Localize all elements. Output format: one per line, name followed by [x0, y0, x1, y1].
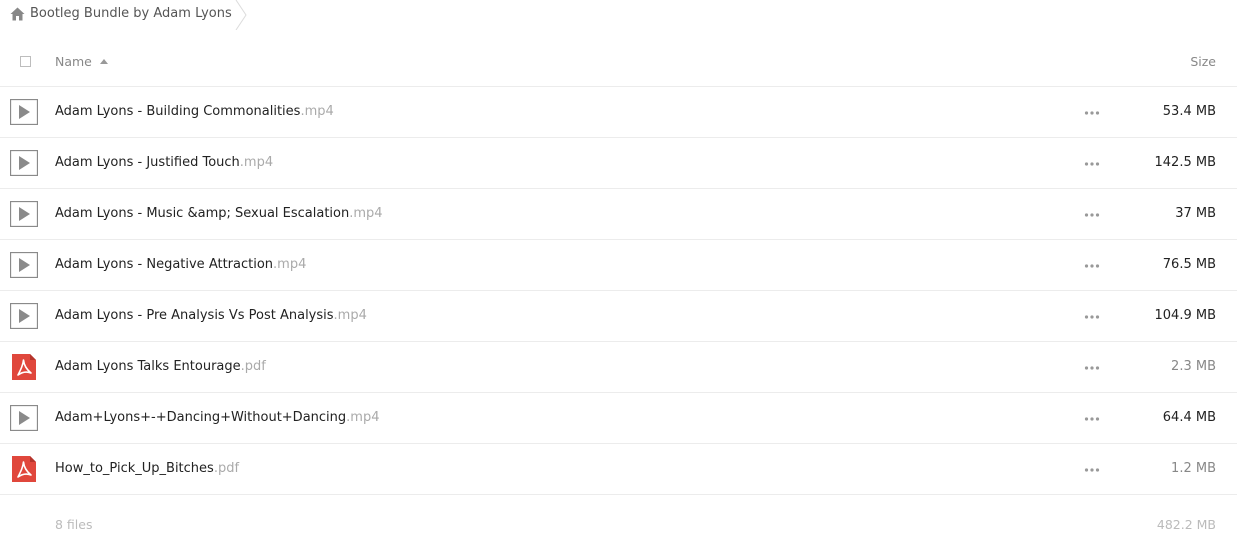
more-options-icon[interactable] — [1084, 314, 1100, 320]
more-options-icon[interactable] — [1084, 416, 1100, 422]
file-name[interactable]: How_to_Pick_Up_Bitches.pdf — [55, 461, 239, 476]
file-extension: .pdf — [240, 359, 266, 374]
file-name[interactable]: Adam Lyons Talks Entourage.pdf — [55, 359, 266, 374]
file-extension: .mp4 — [346, 410, 380, 425]
home-icon[interactable] — [10, 7, 25, 21]
file-name[interactable]: Adam Lyons - Music &amp; Sexual Escalati… — [55, 206, 383, 221]
file-basename: Adam Lyons - Pre Analysis Vs Post Analys… — [55, 308, 334, 323]
more-options-icon[interactable] — [1084, 263, 1100, 269]
file-extension: .pdf — [213, 461, 240, 476]
file-basename: Adam+Lyons+-+Dancing+Without+Dancing — [55, 410, 347, 425]
file-row[interactable]: Adam Lyons - Negative Attraction.mp4 76.5… — [0, 240, 1237, 291]
pdf-file-icon — [12, 354, 36, 380]
video-file-icon — [10, 150, 38, 176]
file-extension: .mp4 — [300, 104, 334, 119]
file-basename: Adam Lyons - Justified Touch — [55, 155, 240, 170]
file-list: Adam Lyons - Building Commonalities.mp4 5… — [0, 87, 1237, 495]
pdf-file-icon — [12, 456, 36, 482]
file-size: 104.9 MB — [1154, 308, 1216, 323]
file-name[interactable]: Adam Lyons - Justified Touch.mp4 — [55, 155, 273, 170]
file-extension: .mp4 — [349, 206, 383, 221]
file-row[interactable]: How_to_Pick_Up_Bitches.pdf 1.2 MB — [0, 444, 1237, 495]
file-row[interactable]: Adam Lyons Talks Entourage.pdf 2.3 MB — [0, 342, 1237, 393]
file-basename: Adam Lyons - Music &amp; Sexual Escalati… — [55, 206, 350, 221]
video-file-icon — [10, 252, 38, 278]
file-row[interactable]: Adam Lyons - Justified Touch.mp4 142.5 MB — [0, 138, 1237, 189]
breadcrumb-folder[interactable]: Bootleg Bundle by Adam Lyons — [30, 6, 232, 21]
file-size: 142.5 MB — [1154, 155, 1216, 170]
file-size: 2.3 MB — [1171, 359, 1216, 374]
file-size: 64.4 MB — [1162, 410, 1216, 425]
more-options-icon[interactable] — [1084, 365, 1100, 371]
file-count: 8 files — [55, 517, 93, 532]
file-basename: Adam Lyons - Building Commonalities — [55, 104, 301, 119]
more-options-icon[interactable] — [1084, 110, 1100, 116]
file-basename: How_to_Pick_Up_Bitches — [55, 461, 214, 476]
file-name[interactable]: Adam Lyons - Negative Attraction.mp4 — [55, 257, 306, 272]
file-extension: .mp4 — [273, 257, 307, 272]
file-name[interactable]: Adam+Lyons+-+Dancing+Without+Dancing.mp4 — [55, 410, 379, 425]
file-size: 37 MB — [1175, 206, 1216, 221]
video-file-icon — [10, 303, 38, 329]
file-row[interactable]: Adam Lyons - Music &amp; Sexual Escalati… — [0, 189, 1237, 240]
total-size: 482.2 MB — [1156, 517, 1216, 532]
file-size: 53.4 MB — [1162, 104, 1216, 119]
file-extension: .mp4 — [239, 155, 274, 170]
video-file-icon — [10, 99, 38, 125]
select-all-checkbox[interactable] — [20, 56, 31, 67]
breadcrumb-separator-icon — [235, 0, 247, 30]
video-file-icon — [10, 405, 38, 431]
file-size: 1.2 MB — [1171, 461, 1216, 476]
file-basename: Adam Lyons - Negative Attraction — [55, 257, 274, 272]
file-name[interactable]: Adam Lyons - Pre Analysis Vs Post Analys… — [55, 308, 367, 323]
file-extension: .mp4 — [333, 308, 367, 323]
column-header-name[interactable]: Name — [55, 54, 92, 69]
breadcrumb: Bootleg Bundle by Adam Lyons — [0, 0, 1237, 30]
video-file-icon — [10, 201, 38, 227]
more-options-icon[interactable] — [1084, 467, 1100, 473]
file-row[interactable]: Adam Lyons - Building Commonalities.mp4 5… — [0, 87, 1237, 138]
file-name[interactable]: Adam Lyons - Building Commonalities.mp4 — [55, 104, 334, 119]
file-size: 76.5 MB — [1162, 257, 1216, 272]
file-row[interactable]: Adam Lyons - Pre Analysis Vs Post Analys… — [0, 291, 1237, 342]
file-row[interactable]: Adam+Lyons+-+Dancing+Without+Dancing.mp4… — [0, 393, 1237, 444]
more-options-icon[interactable] — [1084, 212, 1100, 218]
more-options-icon[interactable] — [1084, 161, 1100, 167]
column-header-size[interactable]: Size — [1190, 54, 1216, 69]
sort-ascending-icon[interactable] — [100, 59, 108, 64]
file-basename: Adam Lyons Talks Entourage — [55, 359, 241, 374]
file-list-header: Name Size — [0, 40, 1237, 87]
